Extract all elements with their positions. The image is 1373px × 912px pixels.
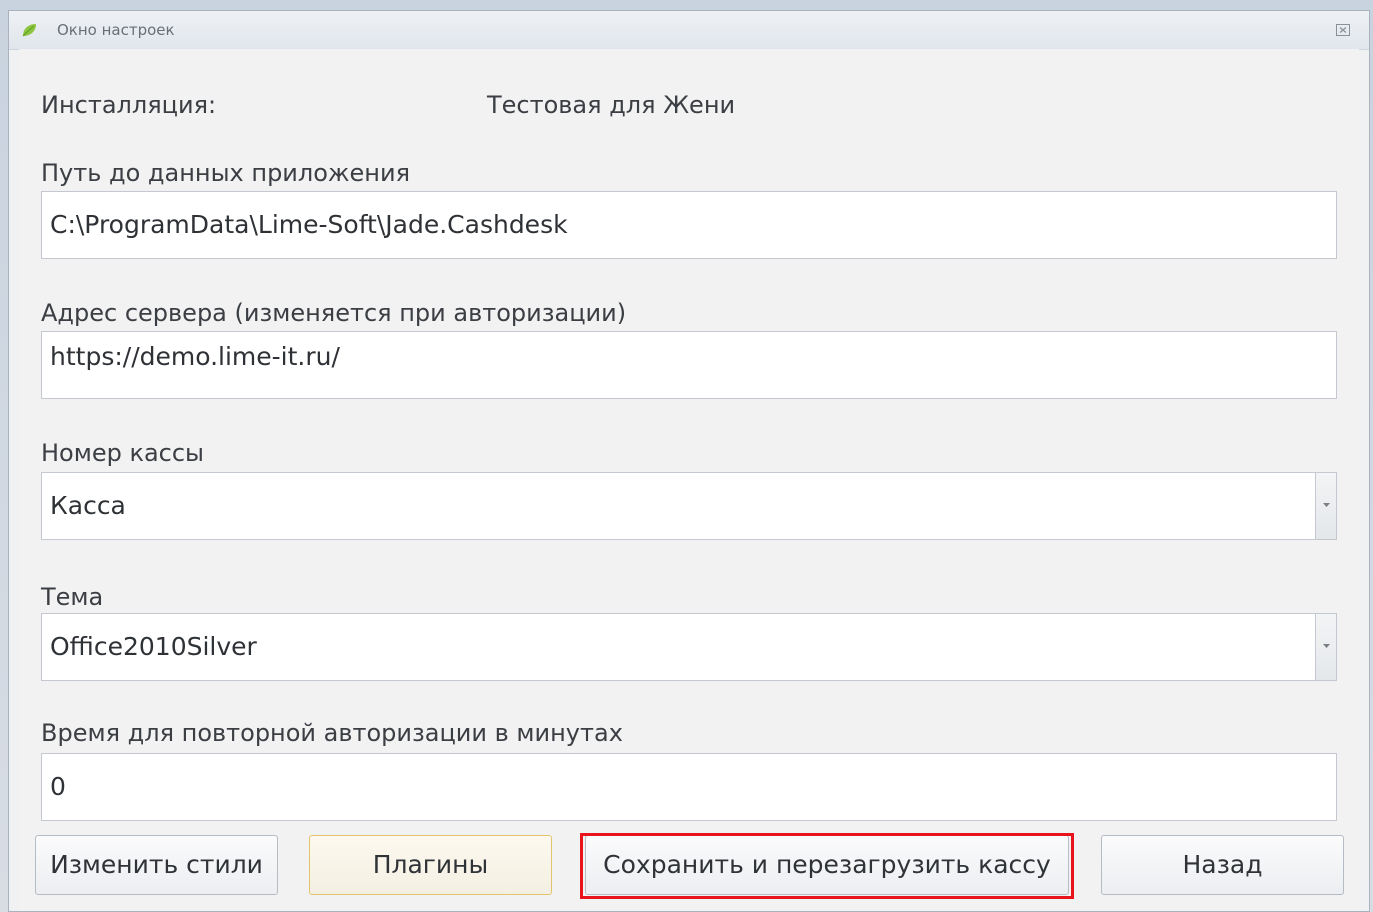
settings-content: Инсталляция: Тестовая для Жени Путь до д… (19, 49, 1359, 911)
theme-label: Тема (41, 583, 104, 611)
chevron-down-icon (1323, 644, 1330, 648)
close-icon[interactable] (1335, 22, 1351, 38)
installation-value: Тестовая для Жени (487, 91, 736, 119)
reauth-time-input[interactable]: 0 (41, 753, 1337, 821)
reauth-time-label: Время для повторной авторизации в минута… (41, 719, 623, 747)
chevron-down-icon (1323, 503, 1330, 507)
cashdesk-number-select[interactable]: Касса (41, 472, 1337, 540)
app-data-path-input[interactable]: C:\ProgramData\Lime-Soft\Jade.Cashdesk (41, 191, 1337, 259)
server-address-input[interactable]: https://demo.lime-it.ru/ (41, 331, 1337, 399)
cashdesk-number-label: Номер кассы (41, 439, 205, 467)
cashdesk-dropdown-button[interactable] (1315, 473, 1336, 539)
theme-select[interactable]: Office2010Silver (41, 613, 1337, 681)
server-address-label: Адрес сервера (изменяется при авторизаци… (41, 299, 627, 327)
installation-label: Инсталляция: (41, 91, 217, 119)
settings-window: Окно настроек Инсталляция: Тестовая для … (8, 10, 1370, 912)
change-styles-button[interactable]: Изменить стили (35, 835, 278, 895)
back-button[interactable]: Назад (1101, 835, 1344, 895)
title-bar[interactable]: Окно настроек (9, 11, 1369, 50)
theme-value: Office2010Silver (50, 632, 257, 661)
theme-dropdown-button[interactable] (1315, 614, 1336, 680)
app-data-path-label: Путь до данных приложения (41, 159, 411, 187)
save-restart-button[interactable]: Сохранить и перезагрузить кассу (585, 835, 1069, 895)
window-title: Окно настроек (57, 21, 175, 39)
cashdesk-number-value: Касса (50, 491, 126, 520)
plugins-button[interactable]: Плагины (309, 835, 552, 895)
leaf-app-icon (22, 24, 36, 37)
